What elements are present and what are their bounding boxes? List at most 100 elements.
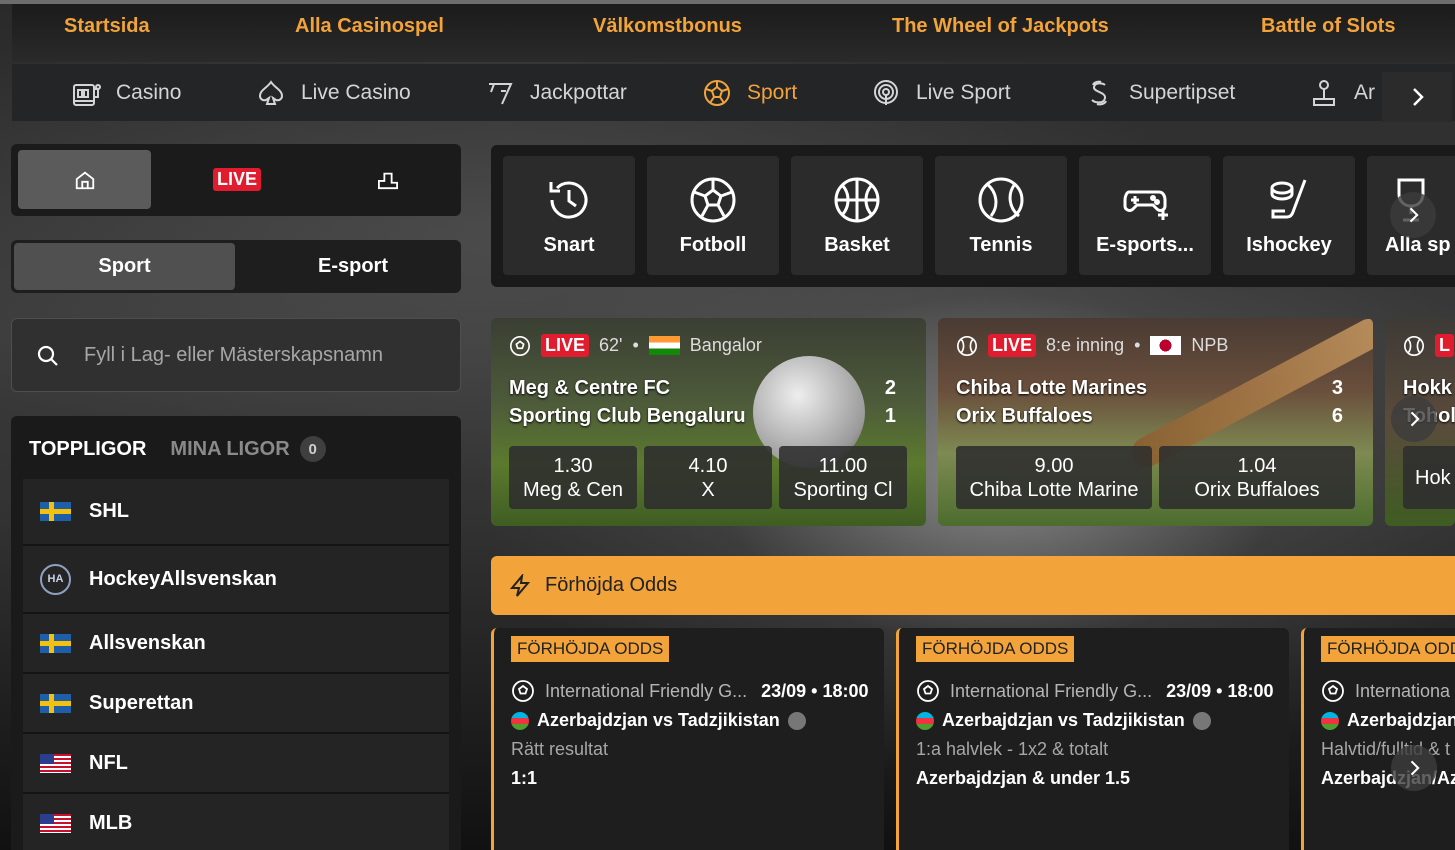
odds-value: 1.30 — [553, 454, 593, 477]
category-label: Ar — [1354, 80, 1375, 104]
boosted-odds-tag: FÖRHÖJDA ODDS — [1321, 636, 1455, 662]
promo-link-wheel-of-jackpots[interactable]: The Wheel of Jackpots — [892, 4, 1109, 48]
odds-label: Orix Buffaloes — [1194, 478, 1320, 501]
league-item-nfl[interactable]: NFL — [23, 734, 449, 794]
sweden-flag-icon — [40, 693, 71, 713]
search-box — [11, 318, 461, 392]
odds-button-home[interactable]: 1.30 Meg & Cen — [509, 446, 637, 509]
category-live-sport[interactable]: Live Sport — [870, 64, 1011, 121]
category-sport[interactable]: Sport — [701, 64, 797, 121]
chevron-right-icon — [1409, 207, 1419, 223]
competition-name: Internationa — [1355, 680, 1451, 701]
odds-button-draw[interactable]: 4.10 X — [644, 446, 772, 509]
promo-link-battle-of-slots[interactable]: Battle of Slots — [1261, 4, 1395, 48]
league-name: MLB — [89, 811, 133, 834]
view-mode-bar: LIVE — [11, 144, 461, 216]
odds-button-away[interactable]: 11.00 Sporting Cl — [779, 446, 907, 509]
category-jackpottar[interactable]: Jackpottar — [484, 64, 627, 121]
tab-my-leagues[interactable]: MINA LIGOR 0 — [170, 436, 326, 462]
search-icon — [37, 345, 58, 366]
live-match-card[interactable]: LIVE 8:e inning • NPB Chiba Lotte Marine… — [938, 318, 1373, 526]
category-next-button[interactable] — [1382, 72, 1452, 122]
esport-toggle-option[interactable]: E-sport — [247, 243, 459, 290]
boosted-odds-card[interactable]: FÖRHÖJDA ODDS International Friendly G..… — [896, 628, 1289, 850]
sweden-flag-icon — [40, 633, 71, 653]
match-meta: International Friendly G... 23/09 • 18:0… — [916, 679, 1274, 703]
search-input[interactable] — [84, 337, 444, 373]
sport-tile-label: Fotboll — [679, 234, 747, 256]
sport-tile-esports[interactable]: E-sports... — [1079, 156, 1211, 275]
match-header: LIVE 8:e inning • NPB — [956, 334, 1228, 357]
football-icon — [690, 177, 736, 223]
joystick-icon — [1313, 79, 1335, 106]
category-label: Jackpottar — [530, 80, 627, 104]
odds-label: Hok — [1415, 466, 1451, 489]
odds-label: Chiba Lotte Marine — [969, 478, 1139, 501]
india-flag-icon — [648, 336, 680, 355]
sport-tile-snart[interactable]: Snart — [503, 156, 635, 275]
league-item-allsvenskan[interactable]: Allsvenskan — [23, 614, 449, 674]
odds-label: Sporting Cl — [793, 478, 893, 501]
promo-link-alla-casinospel[interactable]: Alla Casinospel — [295, 4, 444, 48]
boosted-odds-tag: FÖRHÖJDA ODDS — [916, 636, 1075, 662]
category-casino[interactable]: Casino — [70, 64, 181, 121]
odds-value: 11.00 — [818, 454, 868, 477]
live-match-card[interactable]: LIVE 62' • Bangalor Meg & Centre FC 2 Sp… — [491, 318, 926, 526]
category-live-casino[interactable]: Live Casino — [255, 64, 411, 121]
home-tab[interactable] — [18, 150, 151, 209]
promo-link-valkomstbonus[interactable]: Välkomstbonus — [593, 4, 742, 48]
category-supertipset[interactable]: Supertipset — [1083, 64, 1235, 121]
league-item-mlb[interactable]: MLB — [23, 794, 449, 850]
standings-tab[interactable] — [377, 170, 399, 195]
sport-tile-ishockey[interactable]: Ishockey — [1223, 156, 1355, 275]
odds-button-home[interactable]: 9.00 Chiba Lotte Marine — [956, 446, 1152, 509]
sport-toggle-option[interactable]: Sport — [14, 243, 235, 290]
boosted-odds-card[interactable]: FÖRHÖJDA ODDS International Friendly G..… — [491, 628, 884, 850]
competition-name: International Friendly G... — [950, 680, 1153, 701]
away-team-name: Orix Buffaloes — [956, 405, 1093, 427]
boosted-odds-header[interactable]: Förhöjda Odds — [491, 556, 1455, 615]
category-label: Casino — [116, 80, 182, 104]
league-name: Bangalor — [689, 335, 762, 355]
odds-button-away[interactable]: 1.04 Orix Buffaloes — [1159, 446, 1355, 509]
sport-esport-toggle: Sport E-sport — [11, 240, 461, 293]
league-item-shl[interactable]: SHL — [23, 479, 449, 546]
live-tab[interactable]: LIVE — [213, 168, 262, 191]
match-meta: Internationa — [1321, 679, 1450, 703]
azerbaijan-flag-icon — [1321, 711, 1339, 730]
hockeyallsvenskan-logo-icon: HA — [40, 563, 71, 595]
sport-tile-tennis[interactable]: Tennis — [935, 156, 1067, 275]
separator-dot: • — [1134, 335, 1141, 355]
supertipset-icon — [1091, 80, 1107, 105]
chevron-right-icon — [1410, 411, 1420, 427]
sport-tile-fotboll[interactable]: Fotboll — [647, 156, 779, 275]
match-datetime: 23/09 • 18:00 — [761, 680, 869, 701]
odds-label: Meg & Cen — [522, 478, 624, 501]
league-name: SHL — [89, 500, 129, 522]
shirt-icon — [787, 711, 806, 730]
japan-flag-icon — [1150, 336, 1182, 355]
match-name: Azerbajdzjan v — [1347, 710, 1455, 730]
odds-button-home[interactable]: Hok — [1403, 446, 1455, 509]
boosted-next-button[interactable] — [1391, 745, 1437, 791]
promo-link-startsida[interactable]: Startsida — [64, 4, 150, 48]
live-matches-next-button[interactable] — [1391, 396, 1437, 442]
match-header: LIVE 62' • Bangalor — [509, 334, 762, 357]
league-item-superettan[interactable]: Superettan — [23, 674, 449, 734]
league-name: Superettan — [89, 691, 194, 714]
odds-label: X — [701, 478, 715, 501]
live-badge: LIVE — [988, 334, 1037, 357]
sports-next-button[interactable] — [1390, 192, 1436, 238]
tab-top-leagues[interactable]: TOPPLIGOR — [29, 438, 146, 461]
separator-dot: • — [632, 335, 639, 355]
sport-tile-basket[interactable]: Basket — [791, 156, 923, 275]
league-item-hockeyallsvenskan[interactable]: HA HockeyAllsvenskan — [23, 546, 449, 614]
match-time: 62' — [599, 335, 623, 355]
boosted-odds-title: Förhöjda Odds — [545, 574, 678, 596]
category-nav: Casino Live Casino Jackpottar Sport Live… — [12, 64, 1455, 122]
category-arcade[interactable]: Ar — [1308, 64, 1375, 121]
boosted-odds-card[interactable]: FÖRHÖJDA ODDS Internationa Azerbajdzjan … — [1301, 628, 1455, 850]
broadcast-icon — [874, 79, 898, 105]
sport-tile-label: E-sports... — [1096, 234, 1194, 256]
baseball-icon — [1404, 335, 1424, 356]
